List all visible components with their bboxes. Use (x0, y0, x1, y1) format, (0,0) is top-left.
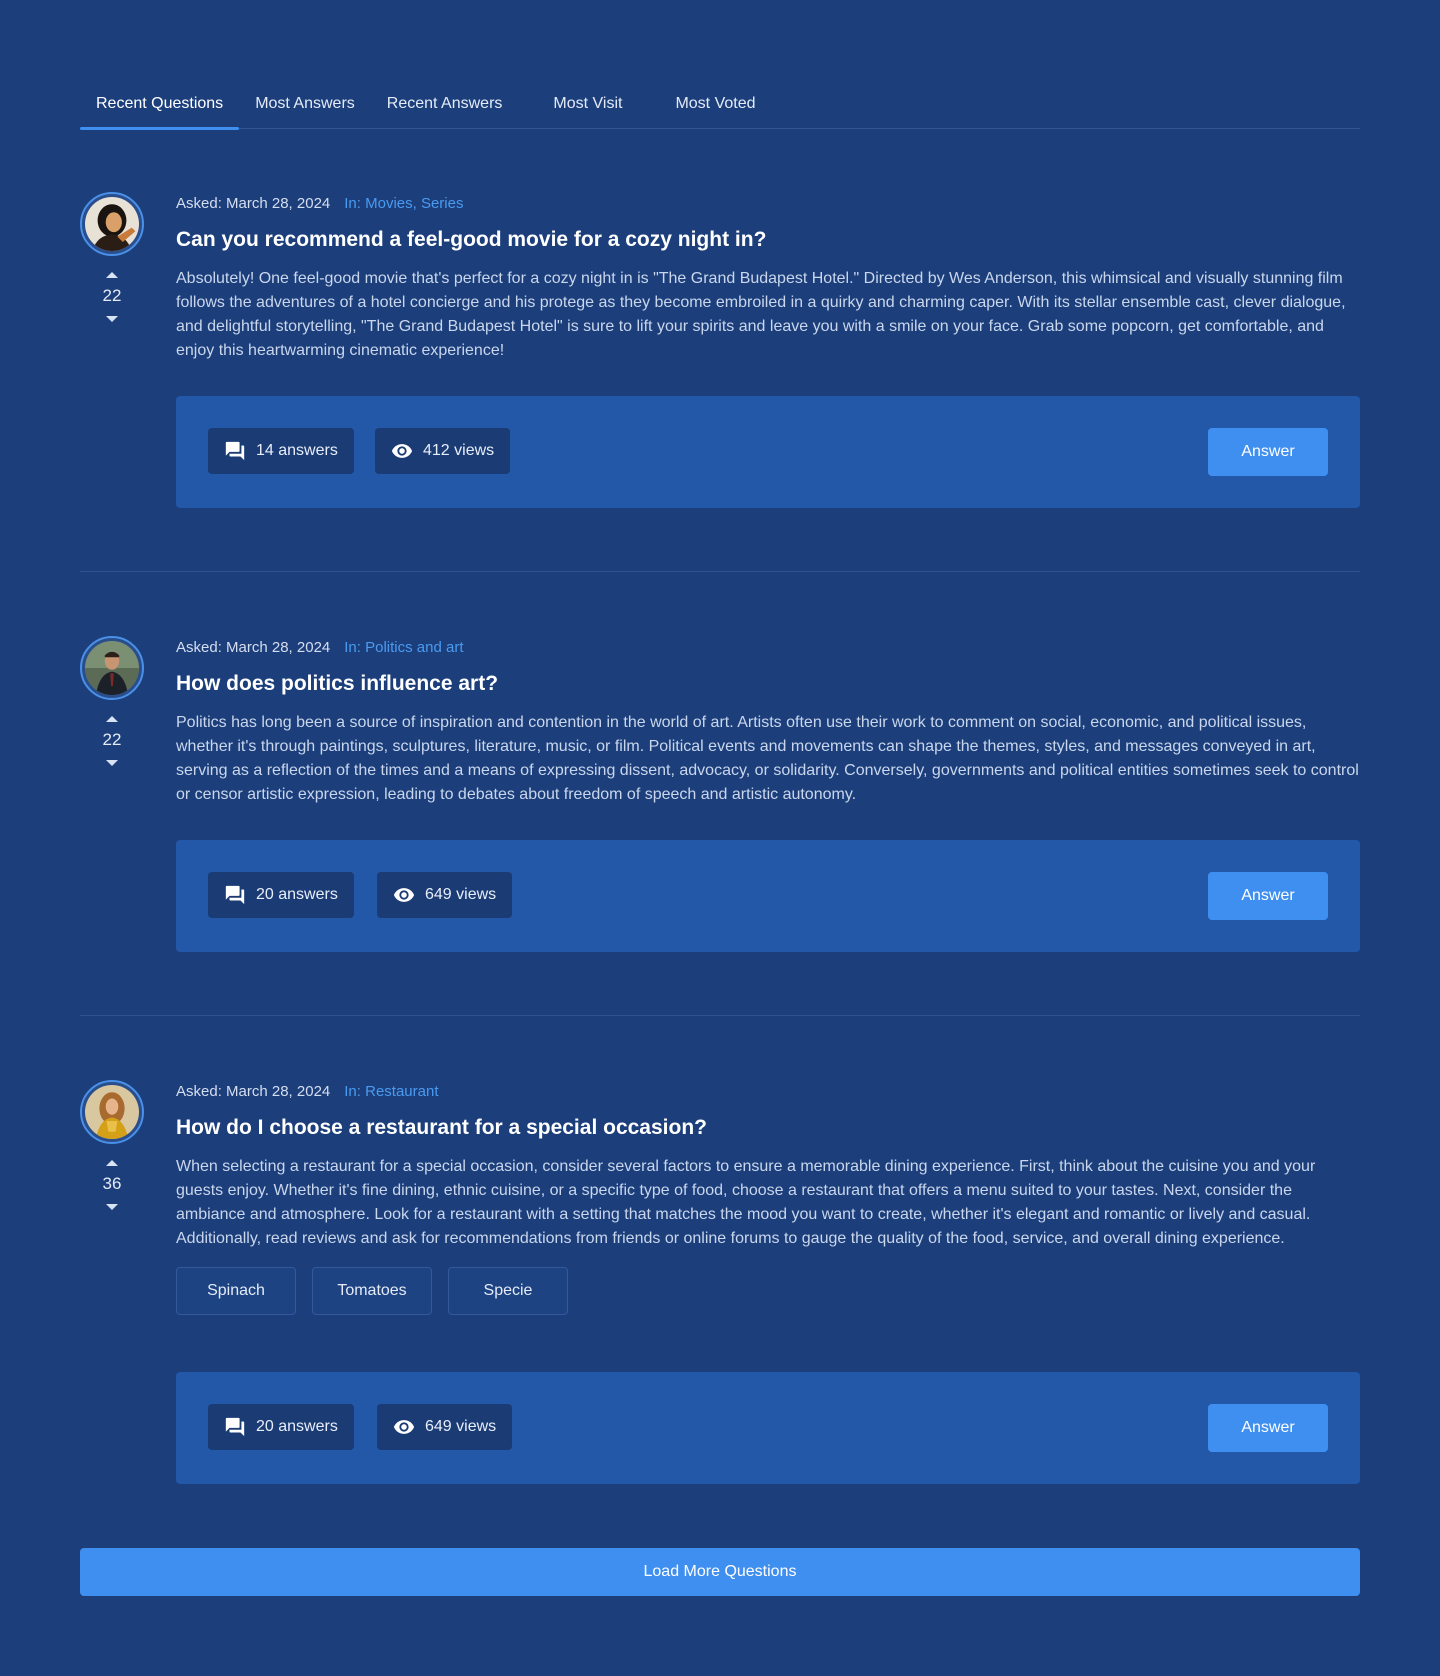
answer-button[interactable]: Answer (1208, 1404, 1328, 1452)
eye-icon (393, 1420, 415, 1434)
question-title[interactable]: Can you recommend a feel-good movie for … (176, 226, 1360, 254)
tab-most-visit[interactable]: Most Visit (537, 84, 638, 129)
tab-recent-answers[interactable]: Recent Answers (371, 84, 519, 129)
chat-bubbles-icon (225, 885, 245, 905)
answers-count-badge[interactable]: 20 answers (208, 872, 354, 918)
eye-icon (391, 444, 413, 458)
question-footer: 20 answers 649 views Answer (176, 840, 1360, 952)
downvote-arrow-icon[interactable] (106, 760, 118, 766)
avatar-image-icon (85, 641, 139, 695)
downvote-arrow-icon[interactable] (106, 316, 118, 322)
vote-count: 22 (102, 286, 122, 305)
question-text: Absolutely! One feel-good movie that's p… (176, 270, 1346, 359)
question-tabs: Recent Questions Most Answers Recent Ans… (80, 84, 1360, 130)
avatar[interactable] (80, 1080, 144, 1144)
answers-count: 20 answers (256, 886, 338, 903)
views-count-badge[interactable]: 649 views (377, 1404, 513, 1450)
views-count-badge[interactable]: 412 views (375, 428, 511, 474)
vote-control: 22 (92, 716, 132, 766)
tag-chip[interactable]: Specie (448, 1267, 568, 1315)
avatar-image-icon (85, 1085, 139, 1139)
asked-date: Asked: March 28, 2024 (176, 195, 331, 212)
avatar[interactable] (80, 192, 144, 256)
avatar-image-icon (85, 197, 139, 251)
category-link[interactable]: In: Restaurant (344, 1083, 438, 1100)
question-text: When selecting a restaurant for a specia… (176, 1158, 1316, 1247)
views-count-badge[interactable]: 649 views (377, 872, 513, 918)
category-link[interactable]: In: Politics and art (344, 639, 463, 656)
vote-control: 22 (92, 272, 132, 322)
question-meta: Asked: March 28, 2024 In: Restaurant (176, 1082, 1360, 1102)
question-meta: Asked: March 28, 2024 In: Movies, Series (176, 194, 1360, 214)
answers-count-badge[interactable]: 20 answers (208, 1404, 354, 1450)
views-count: 412 views (423, 442, 495, 459)
answers-count: 20 answers (256, 1418, 338, 1435)
question-title[interactable]: How does politics influence art? (176, 670, 1360, 698)
question-meta: Asked: March 28, 2024 In: Politics and ar… (176, 638, 1360, 658)
downvote-arrow-icon[interactable] (106, 1204, 118, 1210)
chat-bubbles-icon (225, 1417, 245, 1437)
tag-chip[interactable]: Tomatoes (312, 1267, 432, 1315)
avatar[interactable] (80, 636, 144, 700)
vote-count: 22 (102, 730, 122, 749)
answers-count-badge[interactable]: 14 answers (208, 428, 354, 474)
upvote-arrow-icon[interactable] (106, 272, 118, 278)
question-body: Asked: March 28, 2024 In: Restaurant How … (176, 1080, 1360, 1315)
asked-date: Asked: March 28, 2024 (176, 639, 331, 656)
tab-most-answers[interactable]: Most Answers (239, 84, 371, 129)
question-footer: 14 answers 412 views Answer (176, 396, 1360, 508)
tag-list: Spinach Tomatoes Specie (176, 1267, 1360, 1315)
answers-count: 14 answers (256, 442, 338, 459)
question-divider (80, 1015, 1360, 1016)
asked-date: Asked: March 28, 2024 (176, 1083, 331, 1100)
question-text: Politics has long been a source of inspi… (176, 714, 1359, 803)
tag-chip[interactable]: Spinach (176, 1267, 296, 1315)
category-link[interactable]: In: Movies, Series (344, 195, 463, 212)
upvote-arrow-icon[interactable] (106, 716, 118, 722)
question-divider (80, 571, 1360, 572)
views-count: 649 views (425, 1418, 497, 1435)
chat-bubbles-icon (225, 441, 245, 461)
question-body: Asked: March 28, 2024 In: Movies, Series … (176, 192, 1360, 363)
load-more-questions-button[interactable]: Load More Questions (80, 1548, 1360, 1596)
eye-icon (393, 888, 415, 902)
question-title[interactable]: How do I choose a restaurant for a speci… (176, 1114, 1360, 1142)
upvote-arrow-icon[interactable] (106, 1160, 118, 1166)
tab-recent-questions[interactable]: Recent Questions (80, 84, 240, 130)
tab-most-voted[interactable]: Most Voted (659, 84, 771, 129)
vote-control: 36 (92, 1160, 132, 1210)
answer-button[interactable]: Answer (1208, 872, 1328, 920)
question-footer: 20 answers 649 views Answer (176, 1372, 1360, 1484)
vote-count: 36 (102, 1174, 122, 1193)
question-body: Asked: March 28, 2024 In: Politics and ar… (176, 636, 1360, 807)
answer-button[interactable]: Answer (1208, 428, 1328, 476)
views-count: 649 views (425, 886, 497, 903)
